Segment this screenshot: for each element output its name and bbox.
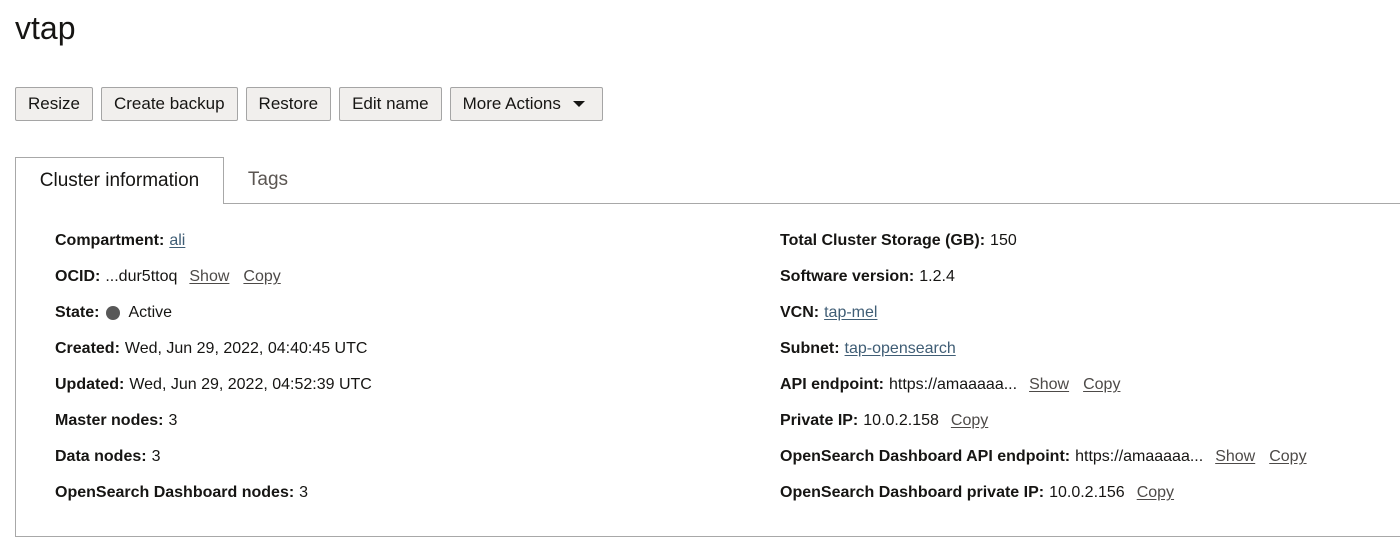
dashboard-private-ip-label: OpenSearch Dashboard private IP: [780, 484, 1045, 501]
api-endpoint-label: API endpoint: [780, 376, 884, 393]
dashboard-api-endpoint-label: OpenSearch Dashboard API endpoint: [780, 448, 1071, 465]
created-row: Created: Wed, Jun 29, 2022, 04:40:45 UTC [55, 340, 372, 376]
storage-row: Total Cluster Storage (GB): 150 [780, 232, 1307, 268]
data-nodes-value: 3 [151, 448, 161, 465]
vcn-label: VCN: [780, 304, 820, 321]
tab-tags[interactable]: Tags [224, 157, 312, 203]
updated-label: Updated: [55, 376, 125, 393]
status-dot-icon [106, 306, 121, 320]
state-label: State: [55, 304, 100, 321]
dashboard-api-endpoint-row: OpenSearch Dashboard API endpoint: https… [780, 448, 1307, 484]
software-version-value: 1.2.4 [919, 268, 955, 285]
action-toolbar: Resize Create backup Restore Edit name M… [15, 87, 603, 121]
ocid-copy-link[interactable]: Copy [243, 268, 280, 286]
details-panel: Cluster information Tags Compartment: al… [15, 157, 1400, 537]
page-title: vtap [15, 10, 76, 46]
compartment-link[interactable]: ali [169, 232, 185, 250]
master-nodes-label: Master nodes: [55, 412, 164, 429]
resize-button[interactable]: Resize [15, 87, 93, 121]
ocid-value: ...dur5ttoq [105, 268, 178, 285]
ocid-label: OCID: [55, 268, 101, 285]
created-label: Created: [55, 340, 120, 357]
master-nodes-row: Master nodes: 3 [55, 412, 372, 448]
left-info-column: Compartment: ali OCID: ...dur5ttoq Show … [55, 232, 372, 520]
master-nodes-value: 3 [168, 412, 178, 429]
ocid-show-link[interactable]: Show [189, 268, 229, 286]
ocid-row: OCID: ...dur5ttoq Show Copy [55, 268, 372, 304]
private-ip-label: Private IP: [780, 412, 859, 429]
vcn-link[interactable]: tap-mel [824, 304, 877, 322]
restore-button[interactable]: Restore [245, 87, 332, 121]
subnet-link[interactable]: tap-opensearch [845, 340, 956, 358]
storage-value: 150 [990, 232, 1017, 249]
data-nodes-label: Data nodes: [55, 448, 147, 465]
compartment-label: Compartment: [55, 232, 165, 249]
subnet-row: Subnet: tap-opensearch [780, 340, 1307, 376]
updated-value: Wed, Jun 29, 2022, 04:52:39 UTC [129, 376, 372, 393]
dashboard-nodes-row: OpenSearch Dashboard nodes: 3 [55, 484, 372, 520]
dashboard-nodes-value: 3 [299, 484, 309, 501]
create-backup-button[interactable]: Create backup [100, 87, 238, 121]
private-ip-copy-link[interactable]: Copy [951, 412, 988, 430]
subnet-label: Subnet: [780, 340, 840, 357]
api-endpoint-value: https://amaaaaa... [888, 376, 1018, 393]
more-actions-button[interactable]: More Actions [449, 87, 603, 121]
dashboard-api-endpoint-show-link[interactable]: Show [1215, 448, 1255, 466]
caret-down-icon [572, 101, 585, 107]
software-version-label: Software version: [780, 268, 915, 285]
updated-row: Updated: Wed, Jun 29, 2022, 04:52:39 UTC [55, 376, 372, 412]
api-endpoint-show-link[interactable]: Show [1029, 376, 1069, 394]
private-ip-value: 10.0.2.158 [863, 412, 939, 429]
right-info-column: Total Cluster Storage (GB): 150 Software… [780, 232, 1307, 520]
api-endpoint-copy-link[interactable]: Copy [1083, 376, 1120, 394]
software-version-row: Software version: 1.2.4 [780, 268, 1307, 304]
state-row: State: Active [55, 304, 372, 340]
dashboard-private-ip-value: 10.0.2.156 [1049, 484, 1125, 501]
edit-name-button[interactable]: Edit name [339, 87, 442, 121]
dashboard-nodes-label: OpenSearch Dashboard nodes: [55, 484, 295, 501]
tab-cluster-information[interactable]: Cluster information [15, 157, 224, 204]
more-actions-label: More Actions [462, 94, 561, 113]
vcn-row: VCN: tap-mel [780, 304, 1307, 340]
private-ip-row: Private IP: 10.0.2.158 Copy [780, 412, 1307, 448]
dashboard-private-ip-row: OpenSearch Dashboard private IP: 10.0.2.… [780, 484, 1307, 520]
dashboard-private-ip-copy-link[interactable]: Copy [1137, 484, 1174, 502]
created-value: Wed, Jun 29, 2022, 04:40:45 UTC [124, 340, 368, 357]
state-value: Active [128, 304, 173, 321]
api-endpoint-row: API endpoint: https://amaaaaa... Show Co… [780, 376, 1307, 412]
storage-label: Total Cluster Storage (GB): [780, 232, 986, 249]
compartment-row: Compartment: ali [55, 232, 372, 268]
dashboard-api-endpoint-value: https://amaaaaa... [1075, 448, 1204, 465]
data-nodes-row: Data nodes: 3 [55, 448, 372, 484]
dashboard-api-endpoint-copy-link[interactable]: Copy [1269, 448, 1306, 466]
